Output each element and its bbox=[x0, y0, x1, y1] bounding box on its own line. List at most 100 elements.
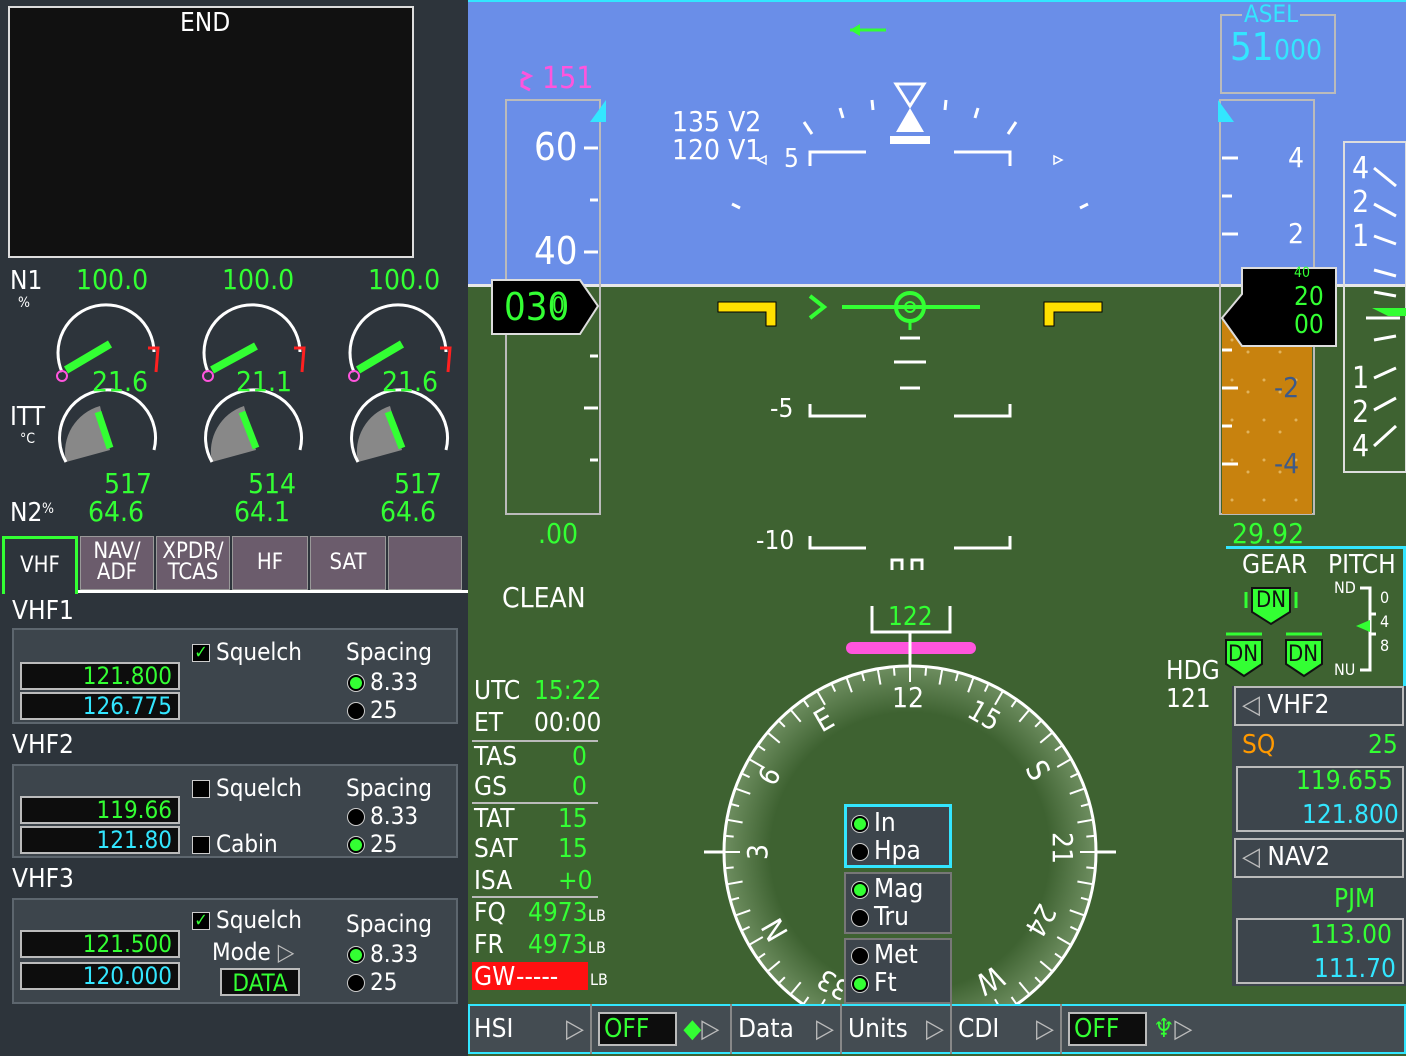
gear-label: GEAR bbox=[1242, 550, 1308, 580]
vhf2-cabin[interactable]: Cabin bbox=[192, 832, 278, 856]
vhf2-title: VHF2 bbox=[12, 730, 74, 760]
vhf2-active-freq[interactable]: 119.66 bbox=[20, 796, 180, 824]
vhf2-active[interactable]: 119.655 bbox=[1296, 768, 1393, 794]
vhf1-active-freq[interactable]: 121.800 bbox=[20, 662, 180, 690]
vhf3-active-freq[interactable]: 121.500 bbox=[20, 930, 180, 958]
radio-on-icon[interactable] bbox=[348, 675, 364, 691]
vhf1-squelch[interactable]: ✓ Squelch bbox=[192, 640, 302, 664]
vhf1-spacing-833[interactable]: 8.33 bbox=[348, 670, 418, 694]
speed-roll-digit: 0 bbox=[552, 294, 565, 319]
alt-tick-minus4: -4 bbox=[1274, 447, 1300, 480]
vhf1-spacing-25[interactable]: 25 bbox=[348, 698, 397, 722]
pitch-label-minus5: -5 bbox=[770, 394, 794, 424]
pitch-trim-4: 4 bbox=[1380, 612, 1390, 631]
vhf3-mode-label[interactable]: Mode ▷ bbox=[212, 940, 294, 964]
primary-flight-display: 151 60 40 030 0 .00 135 V2 120 V1 CLEAN … bbox=[468, 0, 1406, 1056]
vhf3-mode-value[interactable]: DATA bbox=[220, 968, 300, 996]
alt-tick-minus2: -2 bbox=[1274, 371, 1300, 404]
tab-vhf[interactable]: VHF bbox=[2, 536, 78, 594]
vhf1-standby-freq[interactable]: 126.775 bbox=[20, 692, 180, 720]
fr-label: FR bbox=[474, 930, 504, 960]
baro-in-option[interactable]: In bbox=[852, 810, 896, 836]
tat-value: 15 bbox=[558, 804, 588, 834]
n2-label: N2 bbox=[10, 498, 43, 528]
radio-on-icon[interactable] bbox=[852, 975, 868, 992]
vhf3-standby-freq[interactable]: 120.000 bbox=[20, 962, 180, 990]
radio-off-icon[interactable] bbox=[852, 843, 868, 860]
baro-setting[interactable]: 29.92 bbox=[1232, 520, 1304, 548]
alt-met-option[interactable]: Met bbox=[852, 942, 918, 968]
vhf2-squelch[interactable]: Squelch bbox=[192, 776, 302, 800]
vhf2-cabin-checkbox[interactable] bbox=[192, 836, 210, 854]
tab-empty[interactable] bbox=[388, 536, 462, 590]
gw-unit: LB bbox=[590, 970, 608, 989]
itt-value-3: 517 bbox=[394, 467, 443, 500]
vhf3-panel: 121.500 120.000 ✓ Squelch Mode ▷ DATA Spa… bbox=[12, 898, 458, 1004]
nav2-selector[interactable]: ◁ NAV2 bbox=[1242, 844, 1330, 870]
baro-hpa-option[interactable]: Hpa bbox=[852, 838, 921, 864]
tab-sat[interactable]: SAT bbox=[310, 536, 386, 590]
vhf2-standby-freq[interactable]: 121.80 bbox=[20, 826, 180, 854]
selected-speed[interactable]: 151 bbox=[542, 64, 594, 94]
hsi-softkey[interactable]: HSI ▷ bbox=[468, 1004, 592, 1054]
vhf2-spacing-label: Spacing bbox=[346, 774, 432, 802]
itt-gauge-1 bbox=[58, 388, 158, 463]
arrow-right-icon: ▷ bbox=[926, 1014, 944, 1044]
pitch-trim-scale bbox=[1356, 586, 1376, 672]
nav2-active[interactable]: 113.00 bbox=[1310, 922, 1392, 948]
vhf1-squelch-checkbox[interactable]: ✓ bbox=[192, 644, 210, 662]
utc-label: UTC bbox=[474, 676, 521, 706]
compass-tick bbox=[1086, 834, 1096, 838]
arrow-right-icon: ▷ bbox=[270, 938, 295, 966]
cdi-softkey[interactable]: CDI ▷ bbox=[952, 1004, 1062, 1054]
data-softkey[interactable]: Data ▷ bbox=[732, 1004, 842, 1054]
vsi-down-1: 1 bbox=[1352, 361, 1370, 396]
arrow-left-icon: ◁ bbox=[1242, 690, 1268, 720]
itt-unit: °C bbox=[20, 431, 36, 447]
vhf2-selector[interactable]: ◁ VHF2 bbox=[1242, 692, 1329, 718]
n2-value-2: 64.1 bbox=[234, 495, 291, 528]
hdg-value: 121 bbox=[1166, 684, 1211, 714]
vsi-up-4: 4 bbox=[1352, 151, 1370, 186]
tas-value: 0 bbox=[572, 742, 587, 772]
vsi-down-2: 2 bbox=[1352, 395, 1370, 430]
gs-label: GS bbox=[474, 772, 507, 802]
vhf3-spacing-label: Spacing bbox=[346, 910, 432, 938]
radio-on-icon[interactable] bbox=[852, 881, 868, 898]
pitch-trim-8: 8 bbox=[1380, 636, 1390, 655]
compass-21: 21 bbox=[1046, 831, 1080, 865]
radio-off-icon[interactable] bbox=[852, 947, 868, 964]
fq-label: FQ bbox=[474, 898, 506, 928]
bearing1-softkey[interactable]: OFF ◆ ▷ bbox=[592, 1004, 732, 1054]
tab-hf[interactable]: HF bbox=[232, 536, 308, 590]
radio-off-icon[interactable] bbox=[852, 909, 868, 926]
compass-3: 3 bbox=[741, 843, 775, 861]
radio-off-icon[interactable] bbox=[348, 703, 364, 719]
vhf3-squelch-checkbox[interactable]: ✓ bbox=[192, 912, 210, 930]
tab-xpdr-tcas[interactable]: XPDR/ TCAS bbox=[156, 536, 230, 590]
radio-on-icon[interactable] bbox=[348, 947, 364, 963]
bearing-pointer-1-icon: ◆ bbox=[683, 1014, 702, 1044]
radio-on-icon[interactable] bbox=[852, 815, 868, 832]
radio-off-icon[interactable] bbox=[348, 809, 364, 825]
hdg-tru-option[interactable]: Tru bbox=[852, 904, 909, 930]
vhf2-standby[interactable]: 121.800 bbox=[1302, 802, 1399, 828]
vhf2-spacing-25[interactable]: 25 bbox=[348, 832, 397, 856]
nav2-standby[interactable]: 111.70 bbox=[1314, 956, 1396, 982]
bearing2-softkey[interactable]: OFF ♆ ▷ bbox=[1062, 1004, 1406, 1054]
vhf3-spacing-25[interactable]: 25 bbox=[348, 970, 397, 994]
gear-right-state: DN bbox=[1288, 642, 1319, 667]
hdg-mag-option[interactable]: Mag bbox=[852, 876, 923, 902]
alt-ft-option[interactable]: Ft bbox=[852, 970, 897, 996]
vhf2-spacing-833[interactable]: 8.33 bbox=[348, 804, 418, 828]
radio-on-icon[interactable] bbox=[348, 837, 364, 853]
tab-nav-adf[interactable]: NAV/ ADF bbox=[80, 536, 154, 590]
radio-off-icon[interactable] bbox=[348, 975, 364, 991]
units-softkey[interactable]: Units ▷ bbox=[842, 1004, 952, 1054]
vhf3-squelch[interactable]: ✓ Squelch bbox=[192, 908, 302, 932]
vhf3-spacing-833[interactable]: 8.33 bbox=[348, 942, 418, 966]
heading-bug-value[interactable]: 122 bbox=[888, 604, 933, 630]
vsi-down-4: 4 bbox=[1352, 429, 1370, 464]
n1-value-3: 21.6 bbox=[382, 365, 439, 398]
vhf2-squelch-checkbox[interactable] bbox=[192, 780, 210, 798]
